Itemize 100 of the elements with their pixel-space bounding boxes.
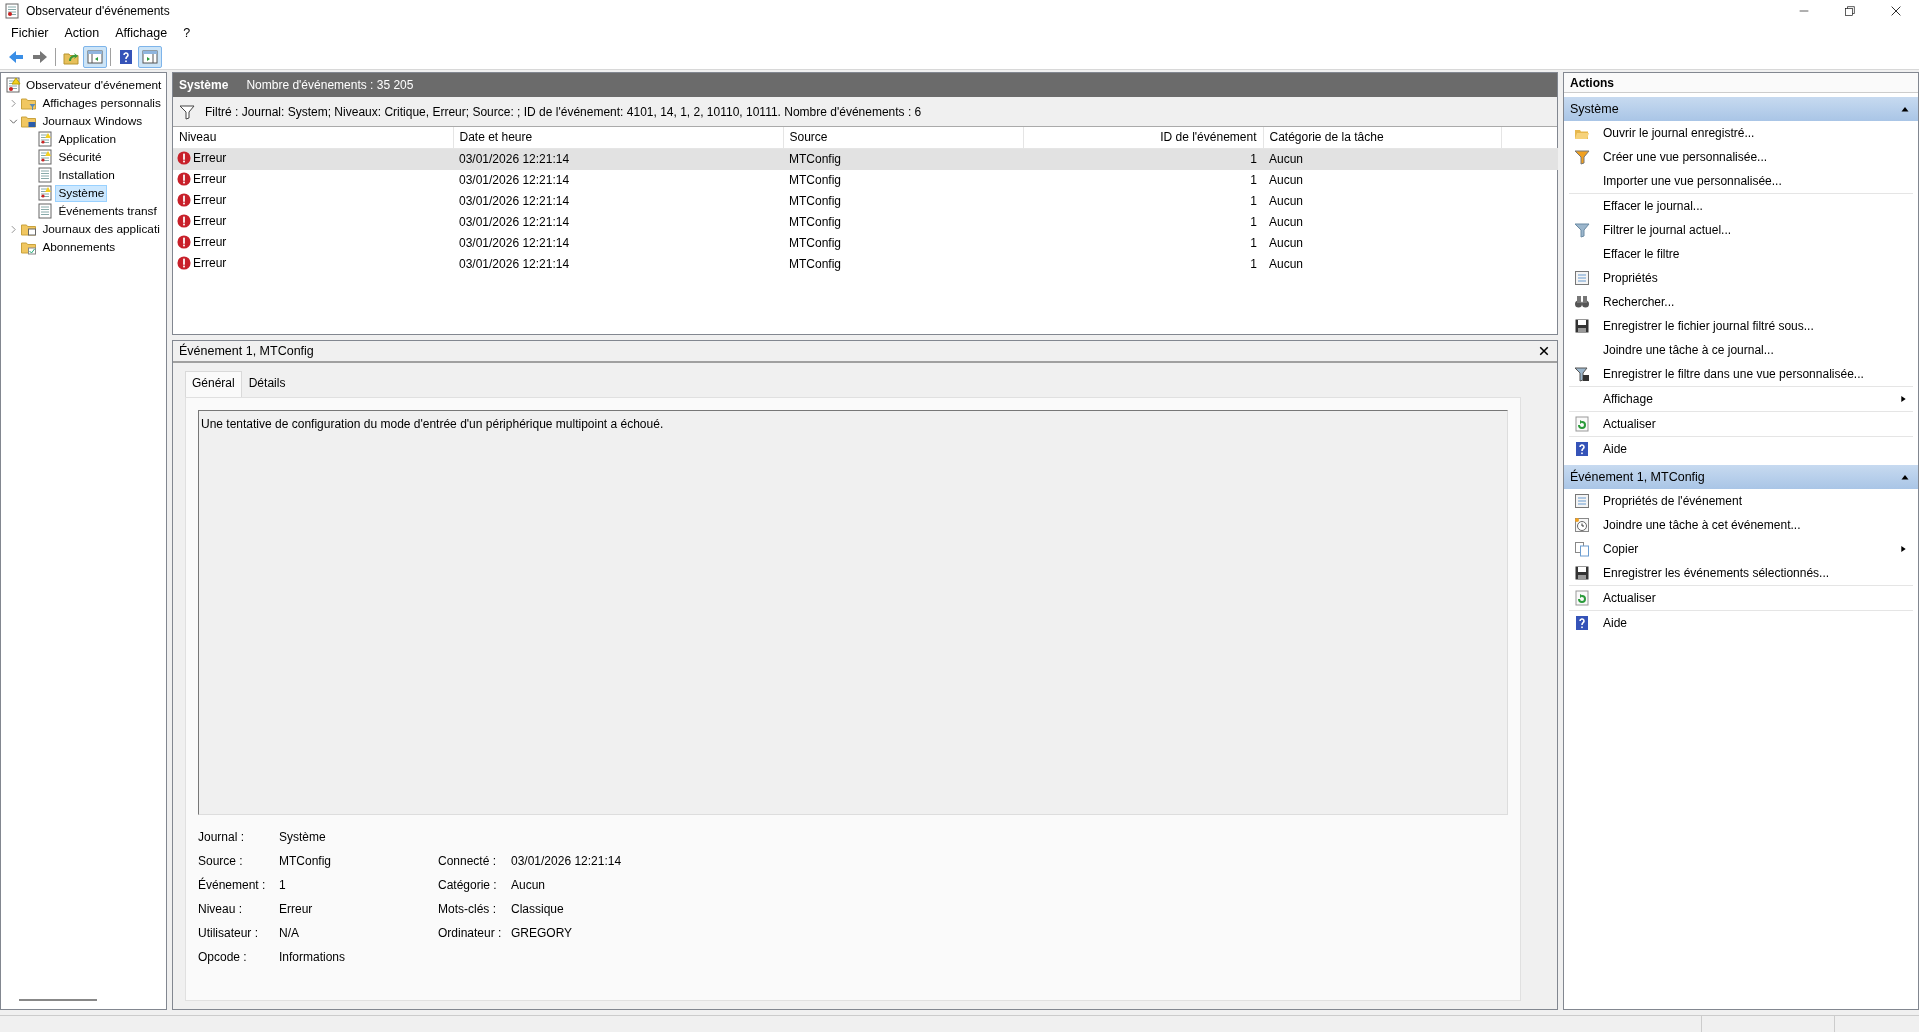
collapse-caret-icon — [1900, 473, 1910, 481]
tree-item[interactable]: Affichages personnalis — [39, 94, 164, 112]
close-button[interactable] — [1537, 344, 1551, 358]
menu-item[interactable]: ? — [175, 22, 199, 44]
tree-item[interactable]: Événements transf — [55, 202, 160, 220]
action-link[interactable]: Copier — [1603, 540, 1639, 558]
help-icon — [1573, 615, 1591, 631]
description-text: Une tentative de configuration du mode d'entrée d'un périphérique multipoint a échoué. — [201, 417, 664, 431]
field-label: Catégorie : — [438, 877, 498, 894]
tree-item[interactable]: Abonnements — [39, 238, 119, 256]
table-cell: 03/01/2026 12:21:14 — [459, 236, 570, 250]
action-link[interactable]: Affichage — [1603, 390, 1653, 408]
action-link[interactable]: Ouvrir le journal enregistré... — [1603, 124, 1755, 142]
field-label: Utilisateur : — [198, 925, 260, 942]
actions-title: Actions — [1564, 73, 1918, 93]
submenu-arrow-icon — [1900, 544, 1907, 554]
column-header[interactable]: Source — [783, 127, 1023, 148]
log-icon — [37, 149, 54, 165]
action-link[interactable]: Enregistrer le fichier journal filtré sous... — [1603, 317, 1814, 335]
restore-icon — [1845, 6, 1855, 16]
action-link[interactable]: Effacer le filtre — [1603, 245, 1680, 263]
tree-item[interactable]: Journaux Windows — [39, 112, 146, 130]
tab[interactable]: Général — [185, 371, 242, 397]
action-link[interactable]: Propriétés de l'événement — [1603, 492, 1743, 510]
event-count: Nombre d'événements : 35 205 — [246, 77, 414, 94]
action-link[interactable]: Joindre une tâche à cet événement... — [1603, 516, 1801, 534]
folder-icon — [20, 221, 38, 237]
folder-icon — [20, 239, 38, 255]
tree-item[interactable]: Journaux des applicati — [39, 220, 163, 238]
table-cell: 03/01/2026 12:21:14 — [459, 215, 570, 229]
column-header[interactable]: Date et heure — [453, 127, 783, 148]
copy-icon — [1573, 541, 1591, 557]
action-link[interactable]: Propriétés — [1603, 269, 1658, 287]
toolbar-button[interactable] — [138, 45, 162, 68]
log-icon — [37, 203, 54, 219]
field-label: Ordinateur : — [438, 925, 503, 942]
field-value: 03/01/2026 12:21:14 — [511, 853, 623, 870]
refresh-icon — [1573, 416, 1591, 432]
table-cell-text: Erreur — [193, 191, 227, 209]
action-link[interactable]: Aide — [1603, 440, 1628, 458]
properties-icon — [1573, 493, 1591, 509]
field-value: Système — [279, 829, 327, 846]
field-label: Mots-clés : — [438, 901, 497, 918]
action-link[interactable]: Actualiser — [1603, 589, 1656, 607]
section-title: Système — [1570, 100, 1619, 118]
field-label: Journal : — [198, 829, 246, 846]
tree-item[interactable]: Application — [55, 130, 120, 148]
menu-item[interactable]: Action — [56, 22, 108, 44]
tree-item[interactable]: Sécurité — [55, 148, 105, 166]
field-value: Erreur — [279, 901, 314, 918]
action-link[interactable]: Enregistrer les événements sélectionnés... — [1603, 564, 1830, 582]
error-icon — [177, 255, 191, 270]
table-cell: Aucun — [1269, 173, 1304, 187]
field-value: 1 — [279, 877, 287, 894]
help-icon — [117, 48, 135, 65]
table-cell: Aucun — [1269, 215, 1304, 229]
funnel-icon — [1573, 149, 1591, 165]
section-header[interactable]: Événement 1, MTConfig — [1564, 465, 1918, 489]
funnel-icon — [1573, 366, 1591, 382]
folder-icon — [20, 113, 38, 129]
table-cell: Aucun — [1269, 152, 1304, 166]
action-link[interactable]: Créer une vue personnalisée... — [1603, 148, 1768, 166]
column-header[interactable]: Niveau — [173, 127, 453, 148]
menu-item[interactable]: Affichage — [107, 22, 176, 44]
toolbar-button[interactable] — [83, 45, 107, 68]
binoculars-icon — [1573, 294, 1591, 310]
table-cell: 1 — [1250, 236, 1257, 250]
section-title: Événement 1, MTConfig — [1570, 468, 1705, 486]
table-cell: 03/01/2026 12:21:14 — [459, 194, 570, 208]
log-title: Système — [179, 77, 229, 94]
log-icon — [37, 185, 54, 201]
table-cell-text: Erreur — [193, 254, 227, 272]
tree-item[interactable]: Système — [55, 184, 108, 202]
action-link[interactable]: Importer une vue personnalisée... — [1603, 172, 1782, 190]
app-icon — [4, 3, 20, 19]
tree-item[interactable]: Installation — [55, 166, 118, 184]
funnel-icon — [179, 103, 195, 120]
field-value: N/A — [279, 925, 300, 942]
submenu-arrow-icon — [1900, 394, 1907, 404]
column-header[interactable]: Catégorie de la tâche — [1263, 127, 1501, 148]
tree-item[interactable]: Observateur d'événement — [23, 76, 165, 94]
action-link[interactable]: Actualiser — [1603, 415, 1656, 433]
column-header[interactable]: ID de l'événement — [1023, 127, 1263, 148]
error-icon — [177, 192, 191, 207]
properties-icon — [1573, 270, 1591, 286]
scrollbar-thumb[interactable] — [19, 999, 97, 1001]
action-link[interactable]: Rechercher... — [1603, 293, 1675, 311]
action-link[interactable]: Joindre une tâche à ce journal... — [1603, 341, 1774, 359]
action-link[interactable]: Filtrer le journal actuel... — [1603, 221, 1732, 239]
action-link[interactable]: Effacer le journal... — [1603, 197, 1703, 215]
table-cell: Aucun — [1269, 236, 1304, 250]
table-cell: 1 — [1250, 173, 1257, 187]
table-cell: MTConfig — [789, 152, 841, 166]
action-link[interactable]: Aide — [1603, 614, 1628, 632]
table-cell-text: Erreur — [193, 170, 227, 188]
menu-item[interactable]: Fichier — [3, 22, 57, 44]
field-label: Niveau : — [198, 901, 244, 918]
action-link[interactable]: Enregistrer le filtre dans une vue personnalisée... — [1603, 365, 1864, 383]
section-header[interactable]: Système — [1564, 97, 1918, 121]
log-icon — [5, 77, 21, 93]
